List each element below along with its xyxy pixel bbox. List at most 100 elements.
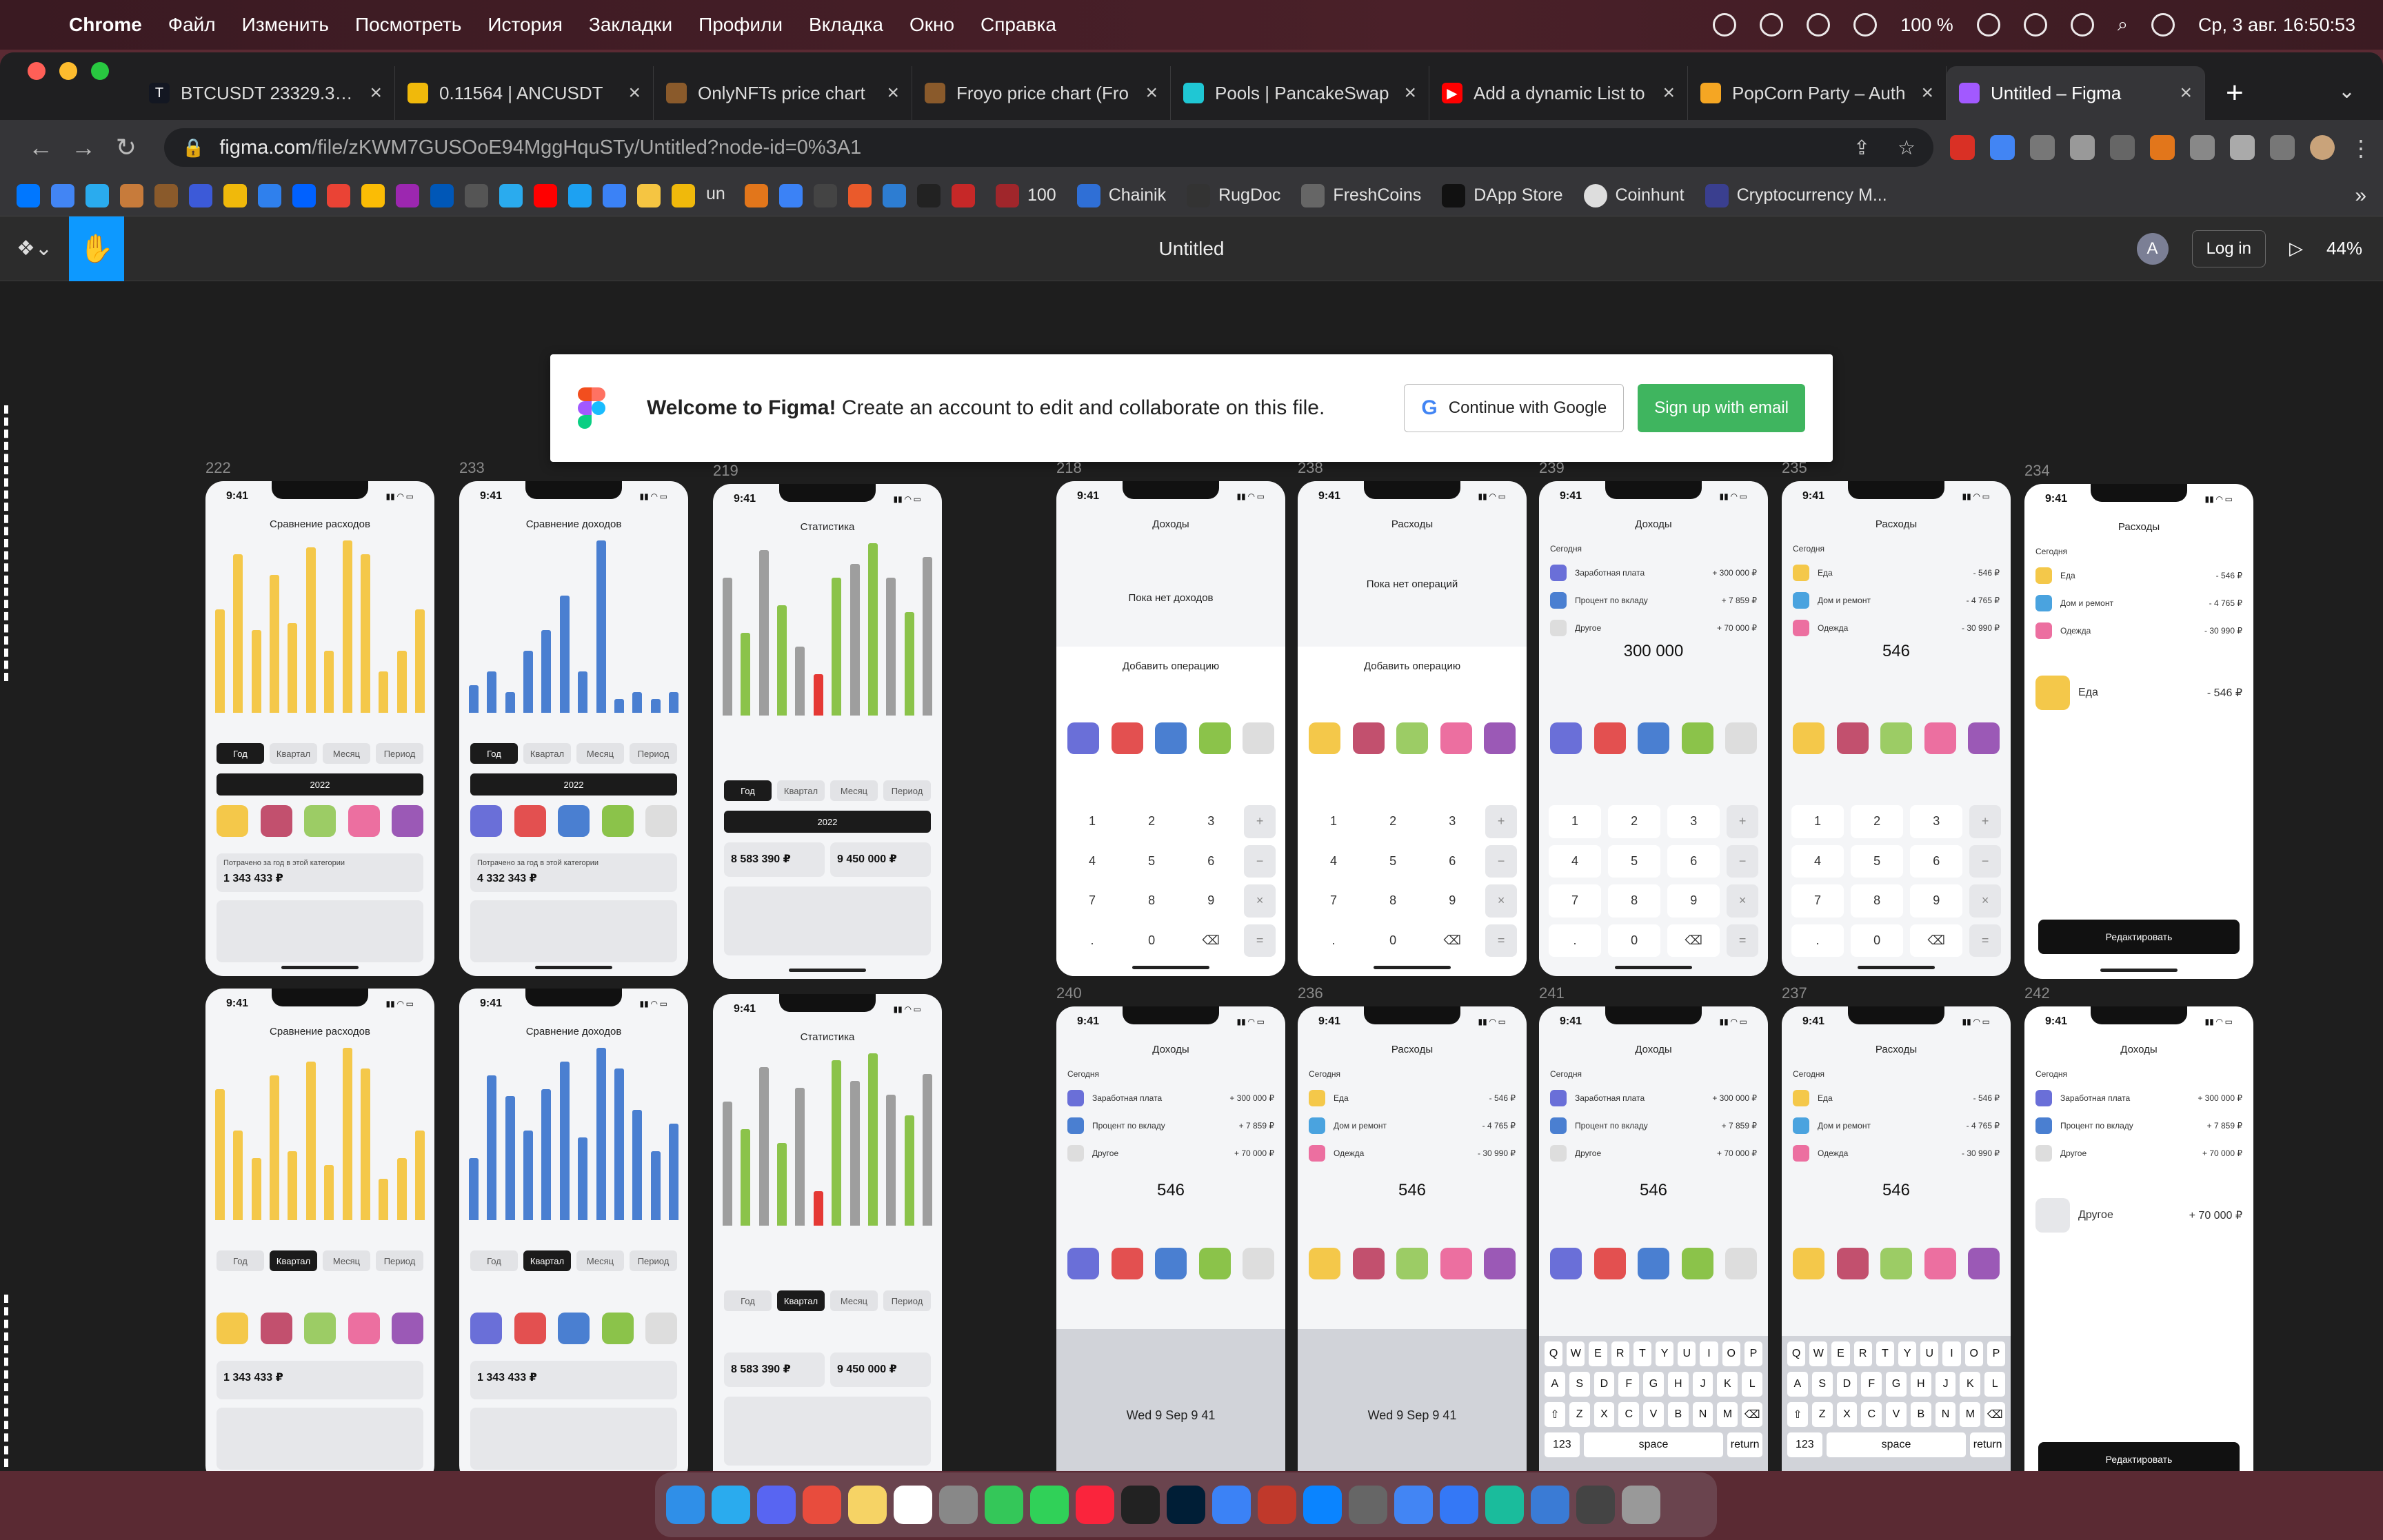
mute-icon[interactable] [1807, 13, 1831, 37]
list-item[interactable]: Одежда - 30 990 ₽ [1782, 1139, 2011, 1167]
vk-icon[interactable] [17, 183, 40, 207]
menu-bookmarks[interactable]: Закладки [589, 14, 672, 36]
clothes-icon[interactable] [1440, 722, 1472, 754]
backspace-key-icon[interactable]: ⌫ [1742, 1402, 1763, 1427]
mail-icon[interactable] [803, 1486, 841, 1524]
list-item[interactable]: Процент по вкладу + 7 859 ₽ [1056, 1112, 1285, 1139]
bookmark-freshcoins[interactable]: FreshCoins [1301, 183, 1421, 207]
salary-icon[interactable] [1067, 722, 1099, 754]
tab-ancusdt[interactable]: 0.11564 | ANCUSDT × [395, 66, 654, 120]
menu-help[interactable]: Справка [981, 14, 1056, 36]
app-icon[interactable] [1531, 1486, 1569, 1524]
menu-app-name[interactable]: Chrome [69, 14, 142, 36]
tab-btcusdt[interactable]: T BTCUSDT 23329.37 ▲ × [137, 66, 395, 120]
twitter-icon[interactable] [568, 183, 592, 207]
messages-icon[interactable] [985, 1486, 1023, 1524]
youtube-icon[interactable] [534, 183, 557, 207]
percent-icon[interactable] [1155, 1248, 1187, 1279]
food-icon[interactable] [1793, 722, 1824, 754]
shift-key-icon[interactable]: ⇧ [1545, 1402, 1565, 1427]
star-icon[interactable]: ☆ [1898, 136, 1916, 160]
profile-avatar[interactable] [2310, 135, 2335, 160]
reload-button[interactable]: ↻ [105, 133, 148, 162]
keyboard-layout-icon[interactable] [2070, 13, 2094, 37]
books-icon[interactable] [1880, 1248, 1912, 1279]
more-icon[interactable] [645, 805, 677, 837]
home-icon[interactable] [1352, 1248, 1385, 1279]
dropbox-icon[interactable] [292, 183, 316, 207]
vpn-icon[interactable] [1212, 1486, 1251, 1524]
close-window-button[interactable] [28, 62, 46, 80]
tab-popcorn[interactable]: PopCorn Party – Auth × [1688, 66, 1947, 120]
extension-icon[interactable] [2070, 135, 2095, 160]
transport-icon[interactable] [1968, 722, 2000, 754]
photoshop-icon[interactable] [1167, 1486, 1205, 1524]
home-icon[interactable] [260, 1313, 292, 1344]
close-icon[interactable]: × [2180, 81, 2192, 105]
clothes-icon[interactable] [1440, 1248, 1472, 1279]
chart-icon[interactable] [672, 183, 695, 207]
transfer-icon[interactable] [601, 805, 634, 837]
url-input[interactable]: 🔒 figma.com/file/zKWM7GUSOoE94MggHquSTy/… [164, 128, 1933, 167]
percent-icon[interactable] [1638, 1248, 1669, 1279]
food-icon[interactable] [217, 1313, 248, 1344]
list-item[interactable]: Другое + 70 000 ₽ [1539, 1139, 1768, 1167]
more-icon[interactable]: ⋮ [2350, 135, 2372, 161]
list-item[interactable]: Процент по вкладу + 7 859 ₽ [2024, 1112, 2253, 1139]
list-item[interactable]: Заработная плата + 300 000 ₽ [2024, 1084, 2253, 1112]
books-icon[interactable] [304, 1313, 336, 1344]
back-button[interactable]: ← [19, 133, 62, 162]
telegram-icon[interactable] [499, 183, 523, 207]
tab-froyo[interactable]: Froyo price chart (Fro × [912, 66, 1171, 120]
phone-frame-statistics-quarter[interactable]: 9:41 ▮▮ ◠ ▭ Статистика Год Квартал Месяц Пер… [713, 994, 942, 1471]
coin-icon[interactable] [120, 183, 143, 207]
bookmarks-more-icon[interactable]: » [2355, 184, 2366, 207]
dividends-icon[interactable] [514, 1313, 546, 1344]
link-icon[interactable] [189, 183, 212, 207]
extension-icon[interactable] [2190, 135, 2215, 160]
home-icon[interactable] [260, 805, 292, 837]
transfer-icon[interactable] [601, 1313, 634, 1344]
creative-cloud-icon[interactable] [1760, 13, 1784, 37]
lock-icon[interactable]: 🔒 [182, 137, 204, 159]
phone-frame-income-keyboard[interactable]: 9:41 ▮▮ ◠ ▭ Доходы Сегодня Заработная пла… [1539, 1006, 1768, 1471]
phone-frame-expense-empty[interactable]: 9:41 ▮▮ ◠ ▭ Расходы Пока нет операций Доб… [1298, 481, 1527, 976]
share-icon[interactable]: ⇪ [1853, 136, 1870, 160]
more-icon[interactable] [645, 1313, 677, 1344]
transfer-icon[interactable] [1198, 1248, 1231, 1279]
clothes-icon[interactable] [348, 805, 380, 837]
close-icon[interactable]: × [370, 81, 382, 105]
transport-icon[interactable] [1968, 1248, 2000, 1279]
menu-history[interactable]: История [487, 14, 563, 36]
facetime-icon[interactable] [1030, 1486, 1069, 1524]
dividends-icon[interactable] [1111, 1248, 1143, 1279]
home-icon[interactable] [1352, 722, 1385, 754]
phone-frame-expense-compare[interactable]: 9:41 ▮▮ ◠ ▭ Сравнение расходов Год Квартал… [205, 481, 434, 976]
list-item[interactable]: Одежда - 30 990 ₽ [1782, 614, 2011, 642]
shift-key-icon[interactable]: ⇧ [1787, 1402, 1808, 1427]
wave-icon[interactable] [258, 183, 281, 207]
list-item[interactable]: Еда - 546 ₽ [1298, 1084, 1527, 1112]
list-item[interactable]: Процент по вкладу + 7 859 ₽ [1539, 587, 1768, 614]
percent-icon[interactable] [558, 1313, 590, 1344]
chrome-icon[interactable] [1394, 1486, 1433, 1524]
list-item[interactable]: Другое + 70 000 ₽ [1056, 1139, 1285, 1167]
phone-frame-expense-entry[interactable]: 9:41 ▮▮ ◠ ▭ Расходы Сегодня Еда - 546 ₽ До… [1782, 481, 2011, 976]
close-icon[interactable]: × [628, 81, 641, 105]
translate-icon[interactable] [1990, 135, 2015, 160]
minimize-window-button[interactable] [59, 62, 77, 80]
phone-frame-income-empty[interactable]: 9:41 ▮▮ ◠ ▭ Доходы Пока нет доходов Добав… [1056, 481, 1285, 976]
telegram-icon[interactable] [86, 183, 109, 207]
dividends-icon[interactable] [1593, 1248, 1626, 1279]
tab-youtube[interactable]: ▶ Add a dynamic List to × [1429, 66, 1688, 120]
phone-frame-income-compare[interactable]: 9:41 ▮▮ ◠ ▭ Сравнение доходов Год Квартал М… [459, 481, 688, 976]
s-icon[interactable] [848, 183, 872, 207]
bookmark-cryptocurrency[interactable]: Cryptocurrency M... [1705, 183, 1887, 207]
tab-pancakeswap[interactable]: Pools | PancakeSwap × [1171, 66, 1429, 120]
continue-google-button[interactable]: G Continue with Google [1404, 384, 1625, 432]
dividends-icon[interactable] [1111, 722, 1143, 754]
food-icon[interactable] [1309, 722, 1340, 754]
calculator-icon[interactable] [939, 1486, 978, 1524]
menu-file[interactable]: Файл [168, 14, 216, 36]
trash-icon[interactable] [1622, 1486, 1660, 1524]
